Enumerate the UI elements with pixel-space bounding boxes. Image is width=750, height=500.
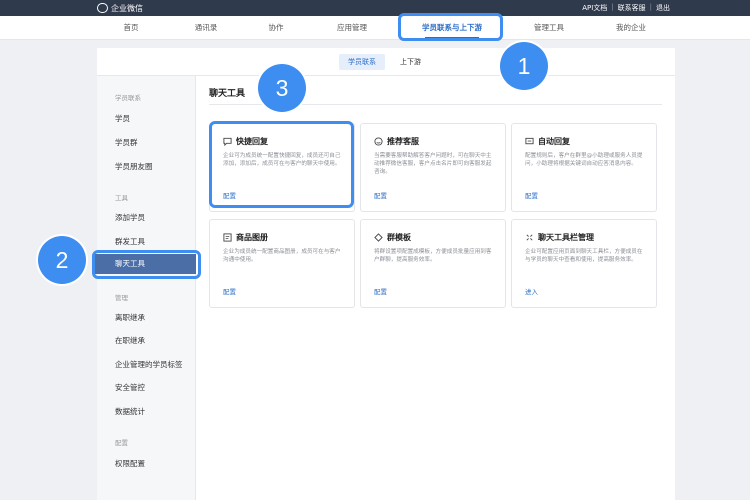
api-docs-link[interactable]: API文档 — [578, 3, 611, 13]
tool-card-toolbar-management[interactable]: 聊天工具栏管理 企业可配置应用页面到聊天工具栏，方便成员在与学员的聊天中查看和使… — [511, 219, 657, 308]
contact-support-link[interactable]: 联系客服 — [614, 3, 650, 13]
sidebar-item-onjob-transfer[interactable]: 在职继承 — [97, 331, 195, 351]
main-panel: 学员联系 上下游 学员联系 学员 学员群 学员朋友圈 工具 添加学员 群发工具 … — [94, 48, 675, 500]
step-badge-1: 1 — [500, 42, 548, 90]
sidebar-item-add-customer[interactable]: 添加学员 — [97, 208, 195, 228]
tool-card-quick-reply[interactable]: 快捷回复 企业可为成员统一配置快捷回复，成员还可自己添加，添加后，成员可在与客户… — [209, 123, 355, 212]
content-area: 聊天工具 快捷回复 企业可为成员统一配置快捷回复，成员还可自己添加，添加后，成员… — [196, 76, 675, 500]
card-title: 群模板 — [387, 233, 411, 242]
sidebar-item-customer-groups[interactable]: 学员群 — [97, 133, 195, 153]
configure-link[interactable]: 配置 — [223, 190, 236, 200]
template-icon — [374, 233, 383, 242]
tab-customer-contact[interactable]: 学员联系 — [339, 54, 385, 70]
configure-link[interactable]: 配置 — [374, 286, 387, 296]
sidebar-group-title: 配置 — [115, 439, 128, 447]
tab-upstream-downstream[interactable]: 上下游 — [391, 54, 430, 70]
card-description: 配置规则后，客户在群里@小助理或服务人员提问，小助理将根据关键词自动应答消息内容… — [525, 153, 643, 167]
brand-logo[interactable]: 企业微信 — [97, 2, 143, 14]
wecom-logo-icon — [97, 3, 108, 13]
card-description: 企业可配置应用页面到聊天工具栏，方便成员在与学员的聊天中查看和使用，提高服务效率… — [525, 249, 643, 263]
sidebar-group-title: 学员联系 — [115, 94, 141, 102]
tool-card-group-template[interactable]: 群模板 将群设置项配置成模板，方便成员批量应用到客户群聊，提高服务效率。 配置 — [360, 219, 506, 308]
image-album-icon — [223, 233, 232, 242]
card-header: 聊天工具栏管理 — [525, 232, 594, 243]
sidebar-item-chat-tools[interactable]: 聊天工具 — [94, 254, 196, 274]
configure-link[interactable]: 配置 — [223, 286, 236, 296]
step-badge-3: 3 — [258, 64, 306, 112]
card-description: 企业可为成员统一配置快捷回复，成员还可自己添加，添加后，成员可在与客户的聊天中使… — [223, 153, 341, 167]
sidebar-item-resigned-transfer[interactable]: 离职继承 — [97, 308, 195, 328]
card-header: 推荐客服 — [374, 136, 419, 147]
enter-link[interactable]: 进入 — [525, 286, 538, 296]
card-description: 当需要客服帮助解答客户问题时，可在聊天中主动推荐微信客服，客户点击名片即可向客服… — [374, 153, 492, 175]
card-title: 推荐客服 — [387, 137, 419, 146]
nav-active-underline — [425, 37, 479, 39]
configure-link[interactable]: 配置 — [374, 190, 387, 200]
tool-card-product-album[interactable]: 商品图册 企业为成员统一配置商品图册，成员可在与客户沟通中使用。 配置 — [209, 219, 355, 308]
card-description: 企业为成员统一配置商品图册，成员可在与客户沟通中使用。 — [223, 249, 341, 263]
card-title: 快捷回复 — [236, 137, 268, 146]
nav-management-tools[interactable]: 管理工具 — [524, 16, 574, 40]
sidebar-item-security[interactable]: 安全管控 — [97, 378, 195, 398]
chat-bubble-icon — [223, 137, 232, 146]
auto-reply-icon — [525, 137, 534, 145]
tool-card-auto-reply[interactable]: 自动回复 配置规则后，客户在群里@小助理或服务人员提问，小助理将根据关键词自动应… — [511, 123, 657, 212]
card-header: 自动回复 — [525, 136, 570, 147]
toolbar-icon — [526, 234, 533, 241]
step-badge-2: 2 — [38, 236, 86, 284]
nav-home[interactable]: 首页 — [110, 16, 152, 40]
sidebar-item-customer-tags[interactable]: 企业管理的学员标签 — [97, 355, 195, 375]
top-bar: 企业微信 API文档 | 联系客服 | 退出 — [0, 0, 750, 16]
sidebar-item-customers[interactable]: 学员 — [97, 109, 195, 129]
sidebar-item-permissions[interactable]: 权限配置 — [97, 454, 195, 474]
nav-contacts[interactable]: 通讯录 — [185, 16, 227, 40]
sidebar-item-moments[interactable]: 学员朋友圈 — [97, 157, 195, 177]
sub-tabs: 学员联系 上下游 — [97, 48, 675, 76]
configure-link[interactable]: 配置 — [525, 190, 538, 200]
nav-collaboration[interactable]: 协作 — [255, 16, 297, 40]
sidebar-group-title: 管理 — [115, 294, 128, 302]
tool-card-recommend-service[interactable]: 推荐客服 当需要客服帮助解答客户问题时，可在聊天中主动推荐微信客服，客户点击名片… — [360, 123, 506, 212]
sidebar-item-broadcast[interactable]: 群发工具 — [97, 232, 195, 252]
card-header: 快捷回复 — [223, 136, 268, 147]
brand-name: 企业微信 — [111, 3, 143, 13]
logout-link[interactable]: 退出 — [652, 3, 674, 13]
nav-app-management[interactable]: 应用管理 — [328, 16, 376, 40]
card-description: 将群设置项配置成模板，方便成员批量应用到客户群聊，提高服务效率。 — [374, 249, 492, 263]
main-nav: 首页 通讯录 协作 应用管理 学员联系与上下游 管理工具 我的企业 — [0, 16, 750, 40]
card-title: 商品图册 — [236, 233, 268, 242]
sidebar-group-title: 工具 — [115, 194, 128, 202]
sidebar-item-statistics[interactable]: 数据统计 — [97, 402, 195, 422]
nav-my-enterprise[interactable]: 我的企业 — [606, 16, 656, 40]
page-title: 聊天工具 — [209, 89, 246, 99]
card-title: 聊天工具栏管理 — [538, 233, 594, 242]
service-icon — [374, 137, 383, 146]
card-header: 商品图册 — [223, 232, 268, 243]
card-title: 自动回复 — [538, 137, 570, 146]
card-header: 群模板 — [374, 232, 411, 243]
sidebar: 学员联系 学员 学员群 学员朋友圈 工具 添加学员 群发工具 聊天工具 管理 离… — [94, 76, 196, 500]
top-links: API文档 | 联系客服 | 退出 — [578, 3, 674, 13]
